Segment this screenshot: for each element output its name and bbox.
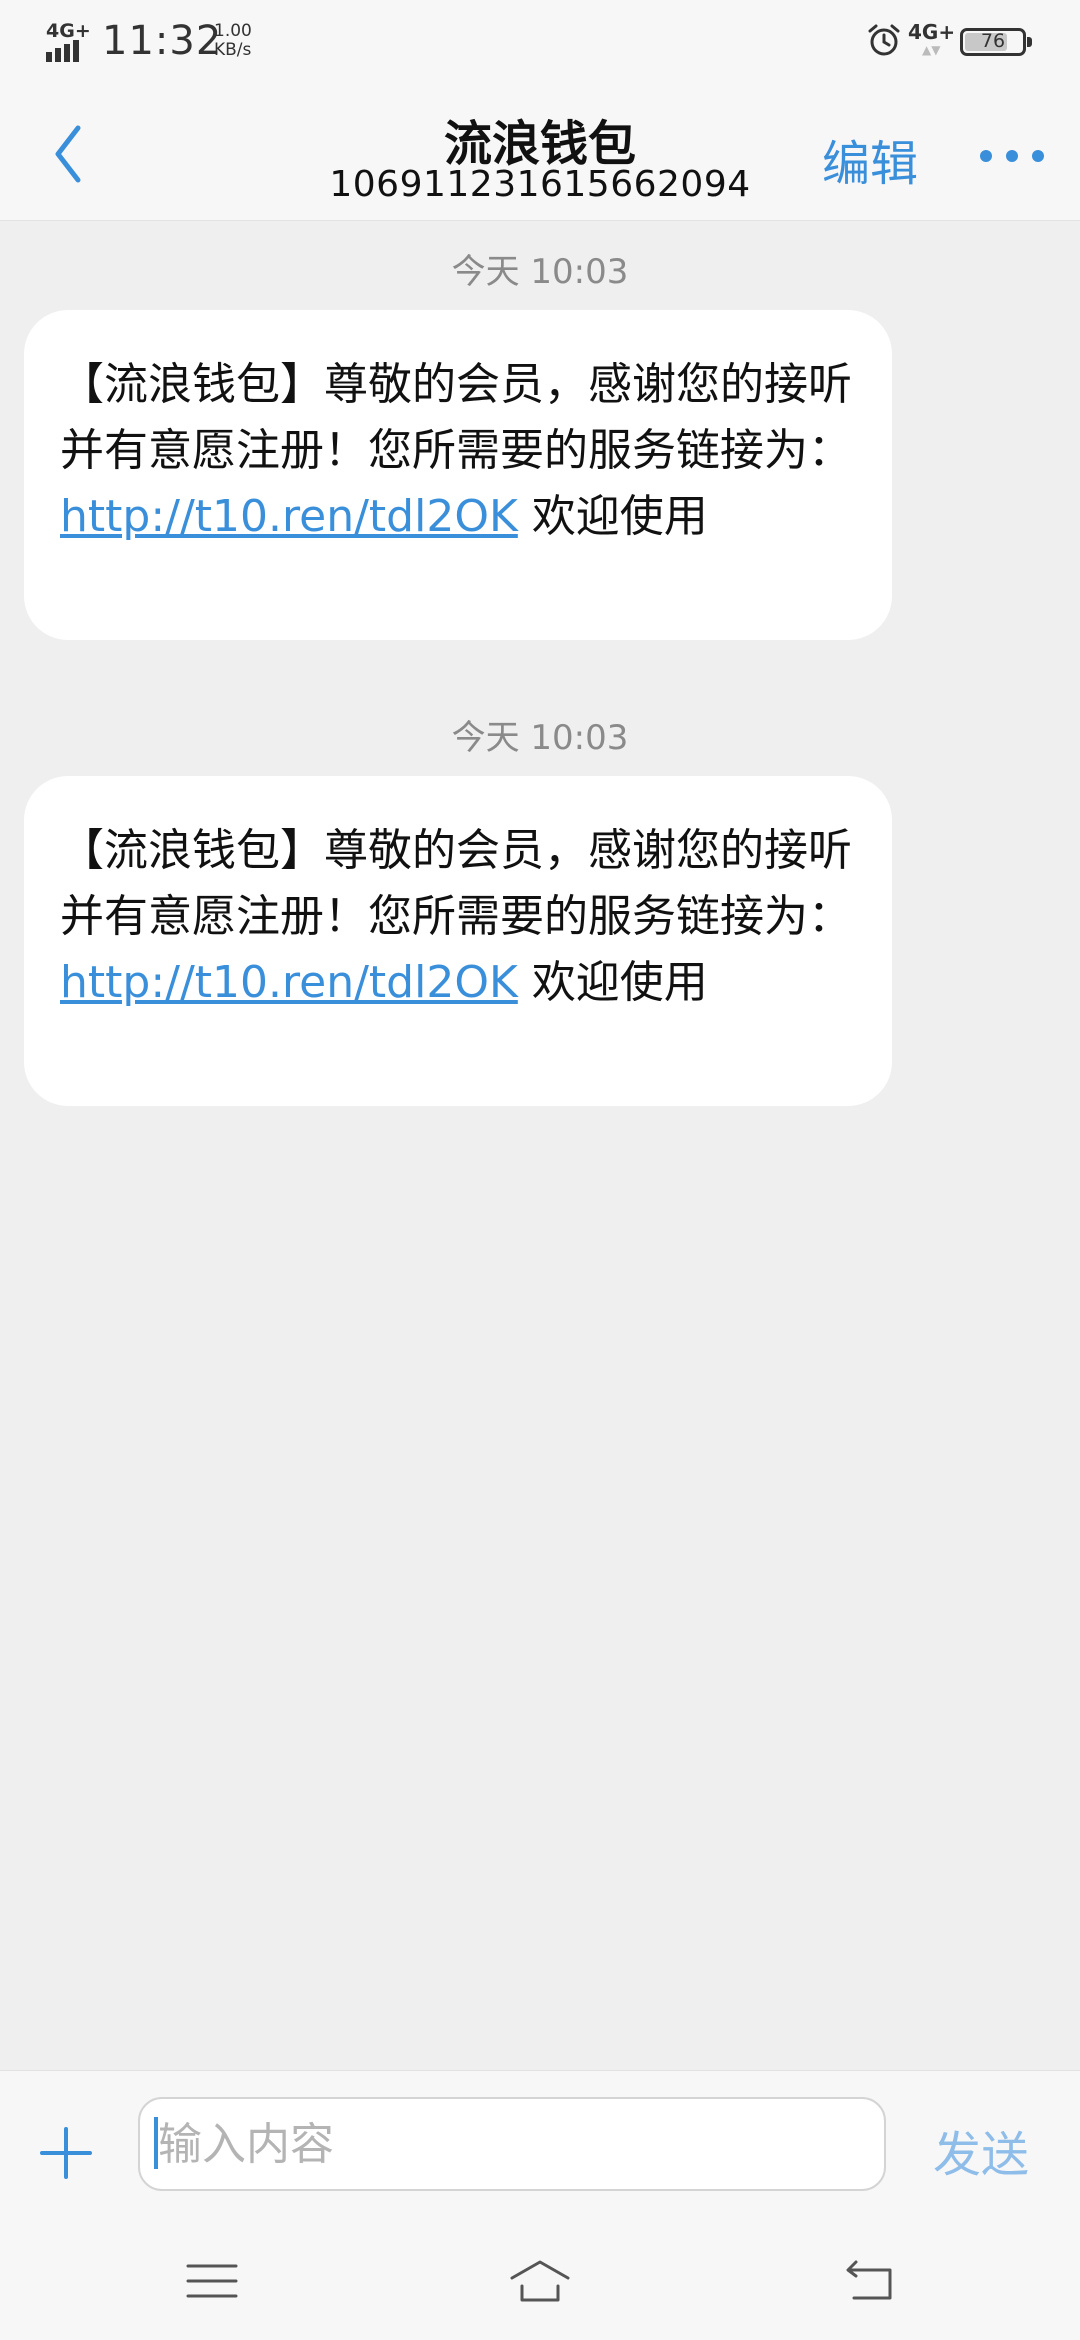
network-icon: 4G+ ▲▼ [908,20,955,60]
menu-icon[interactable] [182,2256,242,2306]
network-speed: 1.00 KB/s [214,22,274,60]
message-text-tail: 欢迎使用 [531,957,708,1008]
network-speed-value: 1.00 [214,21,252,41]
network-type-right: 4G+ [908,20,956,44]
signal-icon: 4G+ [46,20,92,62]
message-link[interactable]: http://t10.ren/tdl2OK [60,957,518,1008]
text-caret [154,2117,158,2169]
back-button[interactable] [40,114,110,194]
status-time: 11:32 [102,18,223,64]
more-options-button[interactable] [976,144,1048,168]
battery-level: 76 [980,30,1006,52]
contact-number: 106911231615662094 [329,164,751,205]
message-timestamp: 今天 10:03 [451,718,629,758]
add-attachment-button[interactable] [36,2123,96,2183]
network-type-left: 4G+ [46,20,91,42]
message-text: 【流浪钱包】尊敬的会员，感谢您的接听并有意愿注册！您所需要的服务链接为： [60,825,852,942]
plus-icon [40,2127,92,2179]
message-bubble[interactable]: 【流浪钱包】尊敬的会员，感谢您的接听并有意愿注册！您所需要的服务链接为： htt… [24,776,892,1106]
alarm-icon [866,22,902,58]
message-bubble[interactable]: 【流浪钱包】尊敬的会员，感谢您的接听并有意愿注册！您所需要的服务链接为： htt… [24,310,892,640]
message-input[interactable] [138,2097,886,2191]
message-text: 【流浪钱包】尊敬的会员，感谢您的接听并有意愿注册！您所需要的服务链接为： [60,359,852,476]
message-link[interactable]: http://t10.ren/tdl2OK [60,491,518,542]
back-chevron-icon [55,125,81,183]
home-icon[interactable] [508,2256,570,2306]
compose-bar: 发送 [0,2070,1080,2227]
battery-icon: 76 [960,28,1032,56]
back-icon[interactable] [840,2256,900,2306]
edit-button[interactable]: 编辑 [810,124,930,194]
network-speed-unit: KB/s [214,40,252,60]
status-bar: 4G+ 11:32 1.00 KB/s 4G+ ▲▼ 76 [0,0,1080,84]
conversation-header: 流浪钱包 106911231615662094 编辑 [0,84,1080,221]
message-text-tail: 欢迎使用 [531,491,708,542]
data-arrows-icon: ▲▼ [922,43,941,57]
send-button[interactable]: 发送 [916,2115,1046,2185]
message-timestamp: 今天 10:03 [451,252,629,292]
system-nav-bar [0,2226,1080,2340]
